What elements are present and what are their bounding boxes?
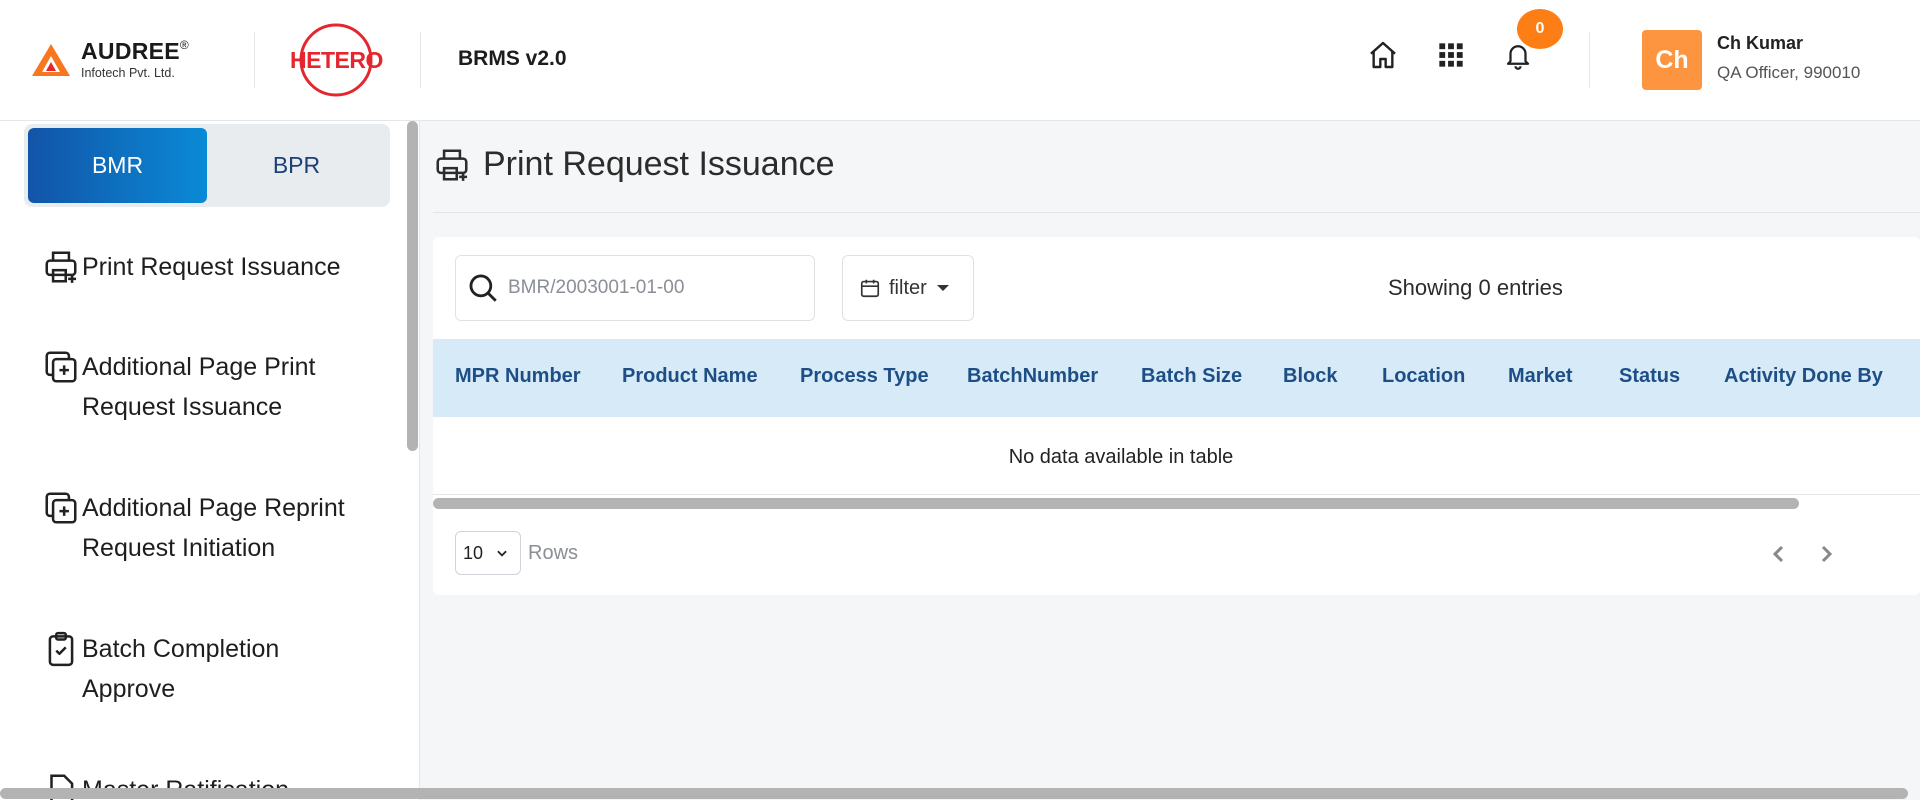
column-header-block[interactable]: Block — [1283, 365, 1337, 388]
audree-logo[interactable]: AUDREE® Infotech Pvt. Ltd. — [30, 36, 210, 86]
empty-table-message: No data available in table — [1008, 446, 1234, 468]
sidebar-item-additional-page-reprint-request-initiation[interactable]: Additional Page Reprint Request Initiati… — [42, 488, 372, 568]
printer-plus-icon — [436, 148, 468, 181]
printer-plus-icon — [45, 251, 77, 283]
table-header: MPR Number Product Name Process Type Bat… — [433, 339, 1920, 417]
column-header-batch-number[interactable]: BatchNumber — [967, 365, 1098, 388]
hetero-logo-text: HETERO — [290, 47, 383, 73]
filter-button[interactable]: filter — [842, 255, 974, 321]
audree-logo-mark-icon — [32, 44, 70, 76]
page-header: Print Request Issuance — [433, 145, 835, 184]
header-divider — [254, 32, 255, 88]
column-header-status[interactable]: Status — [1619, 365, 1680, 388]
sidebar-item-label: Additional Page Print Request Issuance — [82, 353, 316, 421]
column-header-location[interactable]: Location — [1382, 365, 1465, 388]
sidebar-item-batch-completion-approve[interactable]: Batch Completion Approve — [42, 629, 372, 709]
rows-per-page-select[interactable]: 10 — [455, 531, 521, 575]
filter-label: filter — [889, 276, 927, 299]
hetero-logo[interactable]: HETERO — [288, 22, 384, 98]
user-role: QA Officer, 990010 — [1717, 63, 1861, 82]
sidebar-item-label: Batch Completion Approve — [82, 635, 280, 703]
column-header-mpr-number[interactable]: MPR Number — [455, 365, 581, 388]
column-header-process-type[interactable]: Process Type — [800, 365, 929, 388]
home-icon[interactable] — [1366, 38, 1400, 72]
clipboard-check-icon — [48, 631, 74, 667]
search-icon — [469, 274, 497, 302]
column-header-activity-done-by[interactable]: Activity Done By — [1724, 365, 1883, 388]
bpr-toggle-button[interactable]: BPR — [207, 128, 386, 203]
sidebar-item-additional-page-print-request-issuance[interactable]: Additional Page Print Request Issuance — [42, 347, 372, 427]
caret-down-icon — [936, 285, 949, 291]
bmr-toggle-button[interactable]: BMR — [28, 128, 207, 203]
rows-label: Rows — [528, 542, 579, 564]
avatar[interactable]: Ch — [1642, 30, 1702, 90]
column-header-market[interactable]: Market — [1508, 365, 1572, 388]
chevron-left-icon[interactable] — [1767, 542, 1791, 566]
sidebar-item-label: Additional Page Reprint Request Initiati… — [82, 494, 345, 562]
chevron-right-icon[interactable] — [1814, 542, 1838, 566]
app-title: BRMS v2.0 — [458, 47, 567, 70]
table-horizontal-scrollbar[interactable] — [433, 498, 1799, 509]
column-header-batch-size[interactable]: Batch Size — [1141, 365, 1242, 388]
rows-per-page-value: 10 — [463, 542, 484, 563]
calendar-icon — [860, 279, 880, 298]
company-subtitle: Infotech Pvt. Ltd. — [81, 66, 175, 80]
sidebar-scrollbar[interactable] — [407, 121, 418, 451]
copy-plus-icon — [45, 351, 77, 383]
notification-badge[interactable]: 0 — [1517, 9, 1563, 49]
user-name: Ch Kumar — [1717, 33, 1804, 53]
chevron-down-icon — [497, 550, 507, 557]
search-input[interactable] — [508, 277, 798, 299]
sidebar-item-label: Print Request Issuance — [82, 253, 341, 281]
bmr-bpr-toggle: BMR BPR — [24, 124, 390, 207]
header-divider — [420, 32, 421, 88]
entries-count: Showing 0 entries — [1388, 275, 1563, 300]
sidebar-item-print-request-issuance[interactable]: Print Request Issuance — [42, 247, 372, 287]
header-divider — [1589, 32, 1590, 88]
company-name: AUDREE® — [81, 38, 190, 64]
page-title: Print Request Issuance — [483, 145, 835, 183]
column-header-product-name[interactable]: Product Name — [622, 365, 758, 388]
page-horizontal-scrollbar[interactable] — [0, 788, 1908, 799]
top-header: AUDREE® Infotech Pvt. Ltd. HETERO BRMS v… — [0, 0, 1920, 121]
title-divider — [433, 212, 1920, 213]
table-card: filter Showing 0 entries MPR Number Prod… — [433, 237, 1920, 595]
copy-plus-icon — [45, 492, 77, 524]
apps-grid-icon[interactable] — [1434, 38, 1468, 72]
search-box — [455, 255, 815, 321]
sidebar: BMR BPR Print Request Issuance Additiona… — [0, 121, 420, 800]
